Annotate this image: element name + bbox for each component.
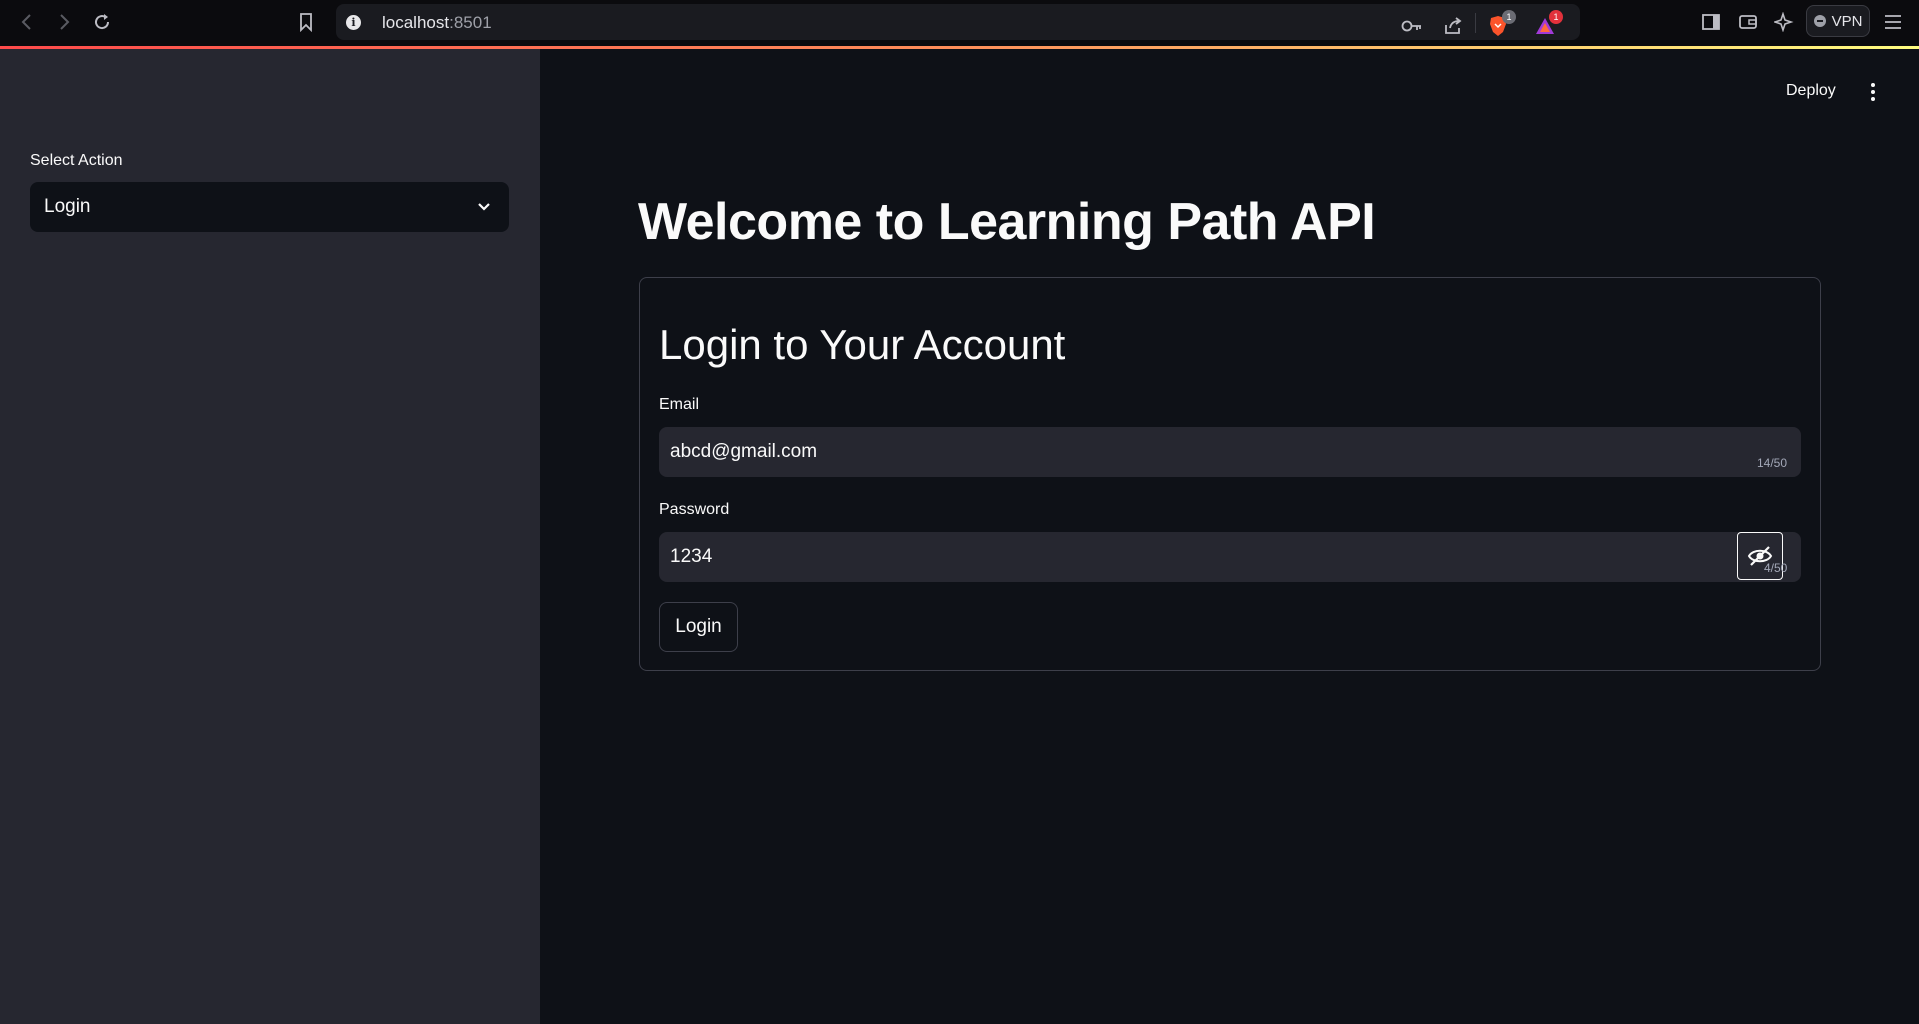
menu-icon[interactable] — [1879, 8, 1907, 36]
main-menu-icon[interactable] — [1861, 80, 1885, 104]
password-char-counter: 4/50 — [1764, 561, 1788, 575]
wallet-icon[interactable] — [1734, 8, 1762, 36]
password-field[interactable] — [659, 532, 1801, 582]
browser-toolbar: i localhost:8501 1 1 VPN — [0, 0, 1919, 46]
leo-ai-icon[interactable] — [1770, 8, 1798, 36]
login-button[interactable]: Login — [659, 602, 738, 652]
chevron-down-icon — [478, 203, 490, 211]
sidebar: Select Action Login — [0, 49, 540, 1024]
brave-rewards-icon[interactable]: 1 — [1531, 10, 1563, 40]
vpn-label: VPN — [1831, 12, 1863, 30]
vpn-button[interactable]: VPN — [1806, 5, 1870, 37]
action-select-value: Login — [44, 196, 91, 217]
form-title: Login to Your Account — [659, 321, 1066, 368]
address-bar[interactable]: i localhost:8501 1 1 — [336, 4, 1580, 40]
page-title: Welcome to Learning Path API — [638, 193, 1376, 251]
vpn-status-icon — [1813, 15, 1826, 27]
password-label: Password — [659, 501, 730, 518]
action-select[interactable]: Login — [30, 182, 509, 232]
share-icon[interactable] — [1439, 12, 1467, 40]
deploy-button[interactable]: Deploy — [1786, 82, 1836, 100]
url-text: localhost:8501 — [382, 13, 492, 33]
forward-icon[interactable] — [50, 8, 78, 36]
sidebar-toggle-icon[interactable] — [1697, 8, 1725, 36]
brave-badge: 1 — [1502, 10, 1516, 24]
site-info-icon[interactable]: i — [346, 15, 361, 30]
email-label: Email — [659, 396, 700, 413]
back-icon[interactable] — [13, 8, 41, 36]
email-char-counter: 14/50 — [1757, 456, 1788, 470]
key-icon[interactable] — [1398, 12, 1426, 40]
url-host: localhost — [382, 13, 450, 32]
brave-shields-icon[interactable]: 1 — [1484, 10, 1516, 40]
toolbar-divider — [1475, 13, 1476, 33]
email-field[interactable] — [659, 427, 1801, 477]
login-form: Login to Your Account Email 14/50 Passwo… — [639, 277, 1821, 671]
bookmark-icon[interactable] — [292, 8, 320, 36]
select-action-label: Select Action — [30, 152, 123, 169]
url-port: :8501 — [449, 13, 492, 32]
rewards-badge: 1 — [1549, 10, 1563, 24]
reload-icon[interactable] — [88, 8, 116, 36]
